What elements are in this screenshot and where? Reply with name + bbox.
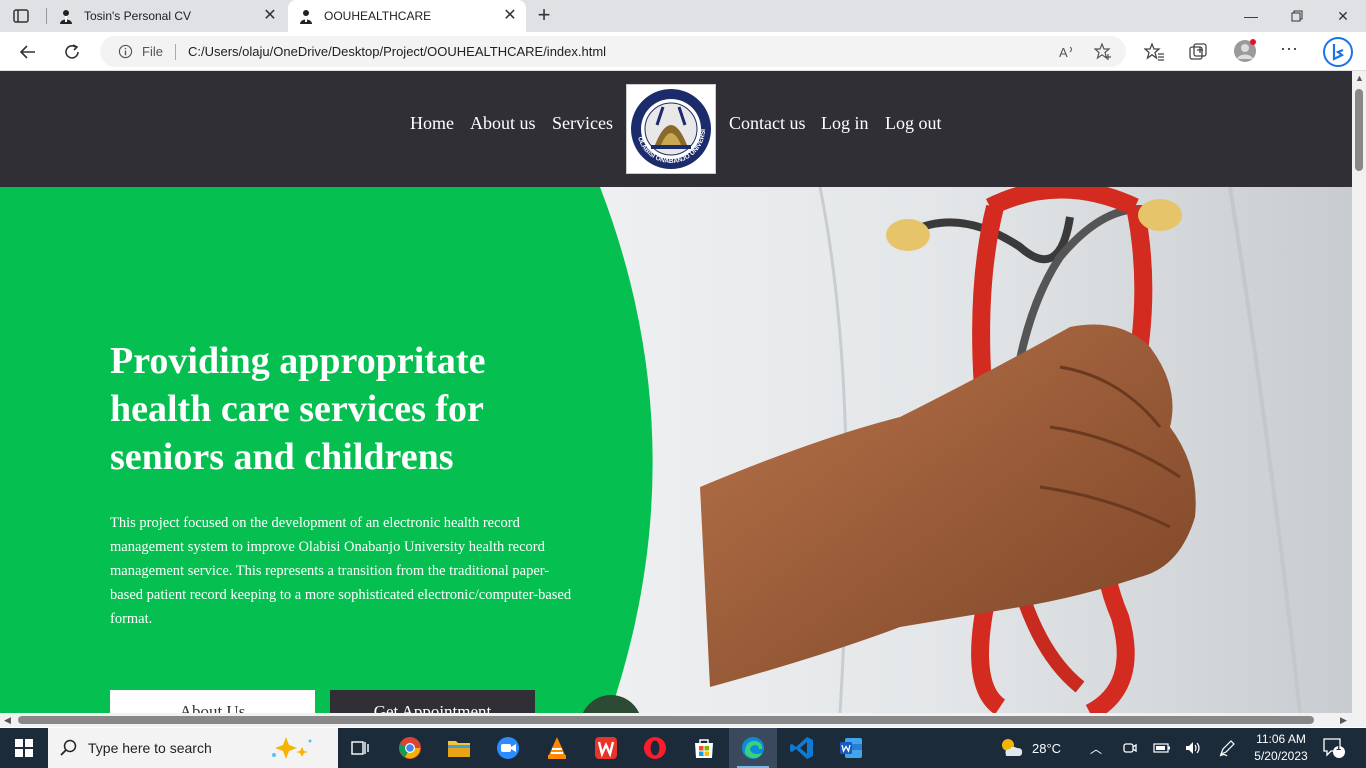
wps-office-icon[interactable] <box>582 728 630 768</box>
scroll-up-icon[interactable]: ▲ <box>1355 73 1364 83</box>
chrome-icon[interactable] <box>386 728 434 768</box>
tab-actions-icon[interactable] <box>12 7 30 25</box>
volume-icon[interactable] <box>1184 728 1202 768</box>
refresh-icon[interactable] <box>60 40 84 64</box>
favorites-icon[interactable] <box>1144 42 1164 62</box>
bing-copilot-icon[interactable] <box>1322 36 1354 68</box>
partly-cloudy-icon <box>1002 739 1023 756</box>
url-text[interactable]: C:/Users/olaju/OneDrive/Desktop/Project/… <box>188 44 606 59</box>
about-us-button[interactable]: About Us <box>110 690 315 713</box>
page-viewport: Home About us Services OLABISI ONABANJO … <box>0 71 1352 713</box>
search-icon <box>60 739 77 756</box>
close-window-icon[interactable]: ✕ <box>1320 0 1366 32</box>
clock-date: 5/20/2023 <box>1254 749 1308 763</box>
tab-favicon-icon <box>300 10 312 24</box>
search-highlight-icon <box>272 737 312 759</box>
task-view-icon[interactable] <box>336 728 384 768</box>
file-explorer-icon[interactable] <box>435 728 483 768</box>
horizontal-scrollbar[interactable]: ◀ ▶ <box>0 713 1352 727</box>
search-placeholder: Type here to search <box>88 740 212 756</box>
taskbar-search-box[interactable]: Type here to search <box>48 728 338 768</box>
close-tab-icon[interactable]: ✕ <box>502 8 518 24</box>
vscode-icon[interactable] <box>778 728 826 768</box>
scrollbar-corner <box>1352 713 1366 727</box>
clock-time: 11:06 AM <box>1256 732 1306 746</box>
nav-log-in[interactable]: Log in <box>821 113 869 134</box>
new-tab-icon[interactable]: + <box>534 4 554 26</box>
hero-title: Providing appropritate health care servi… <box>110 340 486 478</box>
scroll-left-icon[interactable]: ◀ <box>4 715 11 726</box>
collections-icon[interactable] <box>1188 42 1208 62</box>
weather-temperature: 28°C <box>1032 740 1062 756</box>
nav-contact-us[interactable]: Contact us <box>729 113 806 134</box>
back-icon[interactable] <box>16 40 40 64</box>
vlc-icon[interactable] <box>533 728 581 768</box>
opera-icon[interactable] <box>631 728 679 768</box>
horizontal-scroll-thumb[interactable] <box>18 716 1314 724</box>
svg-text:A: A <box>1059 45 1068 60</box>
read-aloud-icon[interactable]: A <box>1058 43 1076 61</box>
tab-title: Tosin's Personal CV <box>84 9 192 23</box>
minimize-icon[interactable]: — <box>1228 0 1274 32</box>
show-hidden-icons-icon[interactable]: ︿ <box>1090 728 1102 768</box>
hero-section: Providing appropritate health care servi… <box>0 187 1352 713</box>
tab-oouhealthcare[interactable]: OOUHEALTHCARE ✕ <box>288 0 526 32</box>
hero-description: This project focused on the development … <box>110 515 572 627</box>
restore-icon[interactable] <box>1274 0 1320 32</box>
notifications-icon[interactable]: 1 <box>1322 728 1346 768</box>
word-icon[interactable] <box>827 728 875 768</box>
more-options-icon[interactable]: ··· <box>1280 38 1300 58</box>
site-header: Home About us Services OLABISI ONABANJO … <box>0 71 1352 187</box>
system-clock[interactable]: 11:06 AM 5/20/2023 <box>1248 731 1314 765</box>
microsoft-store-icon[interactable] <box>680 728 728 768</box>
weather-widget[interactable]: 28°C <box>998 728 1061 768</box>
browser-tab-strip: Tosin's Personal CV ✕ OOUHEALTHCARE ✕ + … <box>0 0 1366 32</box>
zoom-icon[interactable] <box>484 728 532 768</box>
get-appointment-button[interactable]: Get Appointment <box>330 690 535 713</box>
url-scheme-label: File <box>142 44 163 59</box>
windows-taskbar: Type here to search 28°C ︿ 11:06 AM 5/20… <box>0 728 1366 768</box>
battery-icon[interactable] <box>1153 728 1171 768</box>
close-tab-icon[interactable]: ✕ <box>262 8 278 24</box>
add-favorite-icon[interactable] <box>1094 43 1112 61</box>
edge-icon[interactable] <box>729 728 777 768</box>
university-logo[interactable]: OLABISI ONABANJO UNIVERSITY <box>625 80 716 174</box>
notifications-count: 1 <box>1336 742 1342 752</box>
vertical-scrollbar[interactable]: ▲ <box>1352 71 1366 713</box>
nav-home[interactable]: Home <box>410 113 454 134</box>
address-bar-row: File C:/Users/olaju/OneDrive/Desktop/Pro… <box>0 32 1366 71</box>
scroll-right-icon[interactable]: ▶ <box>1340 715 1347 726</box>
address-bar[interactable]: File C:/Users/olaju/OneDrive/Desktop/Pro… <box>100 36 1126 67</box>
vertical-scroll-thumb[interactable] <box>1355 89 1363 171</box>
nav-log-out[interactable]: Log out <box>885 113 942 134</box>
windows-start-icon[interactable] <box>0 728 48 768</box>
tab-personal-cv[interactable]: Tosin's Personal CV ✕ <box>46 0 286 32</box>
profile-avatar[interactable] <box>1233 39 1257 63</box>
pen-workspace-icon[interactable] <box>1218 728 1236 768</box>
nav-services[interactable]: Services <box>552 113 613 134</box>
info-icon[interactable] <box>118 44 133 59</box>
url-separator <box>175 44 176 60</box>
nav-about-us[interactable]: About us <box>470 113 536 134</box>
tab-favicon-icon <box>60 10 72 24</box>
meet-now-icon[interactable] <box>1122 728 1138 768</box>
tab-title: OOUHEALTHCARE <box>324 9 432 23</box>
